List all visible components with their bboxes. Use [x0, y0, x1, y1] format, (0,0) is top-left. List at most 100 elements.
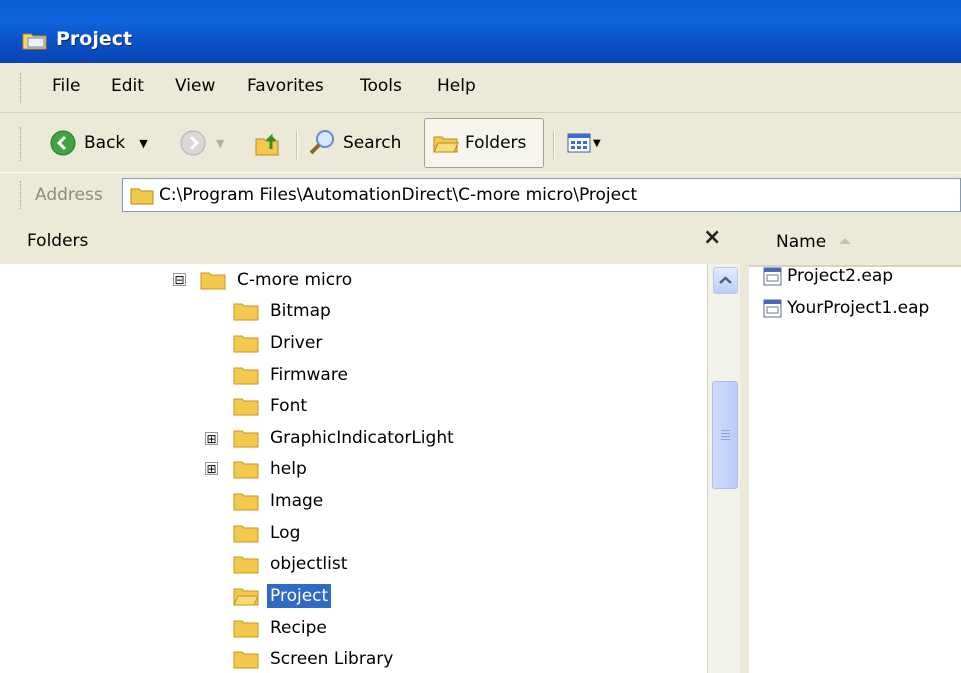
address-label: Address: [35, 185, 103, 205]
folder-icon: [233, 461, 259, 479]
menu-favorites[interactable]: Favorites: [247, 76, 324, 96]
address-path: C:\Program Files\AutomationDirect\C-more…: [159, 185, 638, 205]
address-input[interactable]: C:\Program Files\AutomationDirect\C-more…: [122, 178, 961, 212]
folder-icon: [233, 303, 259, 321]
tree-item-image[interactable]: Image: [233, 486, 326, 516]
tree-item-label: help: [270, 459, 307, 479]
address-bar: Address C:\Program Files\AutomationDirec…: [0, 172, 961, 218]
views-dropdown-icon[interactable]: ▼: [593, 138, 601, 149]
tree-item-recipe[interactable]: Recipe: [233, 613, 330, 643]
toolbar-separator: [296, 131, 298, 159]
file-item[interactable]: YourProject1.eap: [763, 294, 929, 322]
tree-item-screen-library[interactable]: Screen Library: [233, 644, 396, 673]
menu-tools[interactable]: Tools: [360, 76, 402, 96]
tree-item-firmware[interactable]: Firmware: [233, 360, 351, 390]
up-folder-button[interactable]: [254, 123, 282, 163]
expand-icon[interactable]: ⊞: [205, 432, 218, 445]
sort-ascending-icon: [839, 238, 851, 244]
title-bar: Project: [0, 0, 961, 63]
folder-icon: [233, 398, 259, 416]
menu-file[interactable]: File: [52, 76, 80, 96]
tree-item-label: Project: [267, 584, 332, 608]
tree-item-label: Recipe: [270, 618, 327, 638]
folders-pane-title: Folders: [27, 231, 89, 251]
back-button[interactable]: Back ▼: [50, 123, 148, 163]
up-folder-icon: [255, 133, 279, 156]
tree-item-label: Bitmap: [270, 301, 331, 321]
window-title: Project: [56, 28, 133, 50]
toolbar-separator: [553, 131, 555, 159]
tree-item-label: objectlist: [270, 554, 348, 574]
tree-item-graphicindicatorlight[interactable]: GraphicIndicatorLight: [233, 423, 457, 453]
forward-button[interactable]: ▼: [180, 123, 224, 163]
tree-item-help[interactable]: help: [233, 454, 310, 484]
back-dropdown-icon[interactable]: ▼: [139, 137, 147, 150]
tree-item-bitmap[interactable]: Bitmap: [233, 296, 334, 326]
tree-item-label: C-more micro: [237, 270, 353, 290]
folder-icon: [233, 620, 259, 638]
chevron-up-icon: [719, 276, 732, 284]
column-header-name[interactable]: Name: [749, 217, 961, 267]
views-button[interactable]: ▼: [567, 123, 601, 163]
folder-icon: [200, 272, 226, 290]
tree-item-label: Driver: [270, 333, 323, 353]
folder-tree: ⊟ ⊞ ⊞ C-more micro Bitmap Driver Firmwar…: [0, 264, 707, 673]
toolbar: Back ▼ ▼ Search Folders ▼: [0, 112, 961, 173]
folder-icon: [233, 525, 259, 543]
eap-file-icon: [763, 267, 782, 285]
collapse-icon[interactable]: ⊟: [173, 273, 186, 286]
tree-item-project[interactable]: Project: [233, 581, 332, 611]
scroll-thumb[interactable]: [712, 381, 738, 489]
folders-button[interactable]: Folders: [424, 118, 544, 168]
file-item[interactable]: Project2.eap: [763, 262, 893, 290]
file-name: Project2.eap: [787, 266, 894, 286]
back-arrow-icon: [50, 130, 76, 156]
scroll-thumb-grip: [721, 430, 730, 440]
column-name-label: Name: [776, 232, 827, 252]
tree-item-objectlist[interactable]: objectlist: [233, 549, 350, 579]
search-icon: [309, 130, 334, 155]
forward-arrow-icon: [180, 130, 206, 156]
expand-icon[interactable]: ⊞: [205, 462, 218, 475]
tree-item-label: Firmware: [270, 365, 348, 385]
open-folder-icon: [233, 588, 259, 606]
folder-icon: [233, 335, 259, 353]
menu-bar: File Edit View Favorites Tools Help: [0, 63, 961, 113]
folders-label: Folders: [465, 133, 527, 153]
folders-pane-header: Folders ×: [0, 217, 740, 265]
forward-dropdown-icon[interactable]: ▼: [216, 137, 224, 150]
tree-item-label: GraphicIndicatorLight: [270, 428, 454, 448]
search-label: Search: [343, 133, 402, 153]
folder-icon: [233, 556, 259, 574]
file-list: Name Project2.eap YourProject1.eap: [749, 217, 961, 673]
tree-item-label: Log: [270, 523, 301, 543]
file-name: YourProject1.eap: [787, 298, 930, 318]
eap-file-icon: [763, 299, 782, 317]
folder-icon: [433, 136, 459, 153]
tree-item-driver[interactable]: Driver: [233, 328, 325, 358]
tree-item-label: Image: [270, 491, 324, 511]
tree-item-label: Screen Library: [270, 649, 394, 669]
search-button[interactable]: Search: [307, 123, 401, 163]
toolbar-grip[interactable]: [20, 127, 24, 161]
tree-item-log[interactable]: Log: [233, 518, 303, 548]
views-icon: [567, 133, 591, 153]
menubar-grip[interactable]: [20, 73, 24, 103]
addressbar-grip[interactable]: [20, 181, 24, 209]
folder-tree-scrollbar[interactable]: [707, 264, 741, 673]
folder-icon: [233, 493, 259, 511]
close-icon[interactable]: ×: [703, 225, 721, 250]
tree-item-c-more-micro[interactable]: C-more micro: [200, 265, 355, 295]
menu-view[interactable]: View: [175, 76, 215, 96]
back-label: Back: [84, 133, 126, 153]
folder-icon: [130, 188, 154, 205]
folder-icon: [233, 651, 259, 669]
folder-icon: [233, 430, 259, 448]
tree-item-label: Font: [270, 396, 308, 416]
folder-window-icon: [22, 33, 47, 50]
tree-item-font[interactable]: Font: [233, 391, 310, 421]
folder-icon: [233, 367, 259, 385]
scroll-up-button[interactable]: [713, 267, 738, 294]
menu-edit[interactable]: Edit: [111, 76, 144, 96]
menu-help[interactable]: Help: [437, 76, 476, 96]
